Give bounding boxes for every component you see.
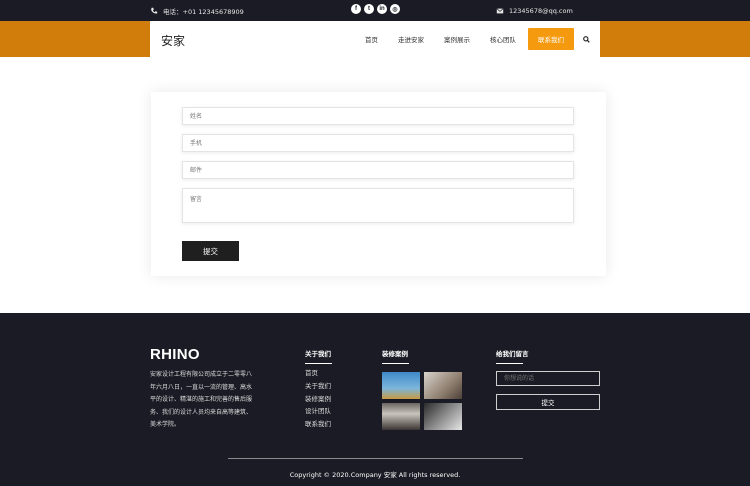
footer-logo: RHINO	[150, 346, 200, 363]
footer-link-team[interactable]: 设计团队	[305, 405, 331, 418]
mail-icon	[496, 7, 504, 13]
twitter-icon[interactable]: t	[364, 4, 374, 14]
nav-about[interactable]: 走进安家	[398, 34, 424, 44]
message-heading: 给我们留言	[496, 348, 529, 364]
about-links: 首页 关于我们 装修案例 设计团队 联系我们	[305, 367, 331, 431]
nav-home[interactable]: 首页	[365, 34, 378, 44]
top-bar: 电话：+01 12345678909 f t in ◎ 12345678@qq.…	[0, 0, 750, 21]
email-text: 12345678@qq.com	[509, 6, 573, 15]
nav-contact[interactable]: 联系我们	[528, 28, 574, 50]
footer-message-input[interactable]	[496, 371, 600, 386]
navbar: 安家 首页 走进安家 案例展示 核心团队 联系我们	[150, 21, 600, 57]
instagram-icon[interactable]: ◎	[390, 4, 400, 14]
cases-heading: 装修案例	[382, 348, 409, 364]
social-links: f t in ◎	[351, 4, 400, 14]
main-menu: 首页 走进安家 案例展示 核心团队 联系我们	[345, 21, 590, 57]
company-description: 安家设计工程有限公司成立于二零零八年六月八日，一直以一流的管理、高水平的设计、精…	[150, 371, 253, 428]
phone-icon	[151, 7, 158, 14]
nav-cases[interactable]: 案例展示	[444, 34, 470, 44]
case-thumbnail[interactable]	[382, 403, 420, 430]
phone-text: 电话：+01 12345678909	[163, 7, 244, 16]
phone-input[interactable]	[182, 134, 574, 152]
case-thumbnail[interactable]	[382, 372, 420, 399]
case-thumbnail[interactable]	[424, 403, 462, 430]
brand-logo[interactable]: 安家	[161, 32, 185, 49]
footer-link-home[interactable]: 首页	[305, 367, 331, 380]
message-textarea[interactable]	[182, 188, 574, 223]
submit-button[interactable]: 提交	[182, 241, 239, 261]
footer-link-contact[interactable]: 联系我们	[305, 418, 331, 431]
linkedin-icon[interactable]: in	[377, 4, 387, 14]
footer-link-cases[interactable]: 装修案例	[305, 393, 331, 406]
footer-submit-button[interactable]: 提交	[496, 394, 600, 410]
case-gallery	[382, 372, 462, 430]
email-input[interactable]	[182, 161, 574, 179]
name-input[interactable]	[182, 107, 574, 125]
search-icon[interactable]	[583, 35, 590, 43]
email-contact: 12345678@qq.com	[496, 0, 573, 21]
nav-team[interactable]: 核心团队	[490, 34, 516, 44]
about-heading: 关于我们	[305, 348, 332, 364]
case-thumbnail[interactable]	[424, 372, 462, 399]
facebook-icon[interactable]: f	[351, 4, 361, 14]
phone-contact: 电话：+01 12345678909	[150, 0, 244, 21]
footer: RHINO 安家设计工程有限公司成立于二零零八年六月八日，一直以一流的管理、高水…	[0, 313, 750, 486]
footer-divider	[228, 458, 523, 459]
contact-form-card: 提交	[151, 92, 606, 276]
copyright-text: Copyright © 2020.Company 安家 All rights r…	[289, 471, 461, 479]
footer-link-about[interactable]: 关于我们	[305, 380, 331, 393]
